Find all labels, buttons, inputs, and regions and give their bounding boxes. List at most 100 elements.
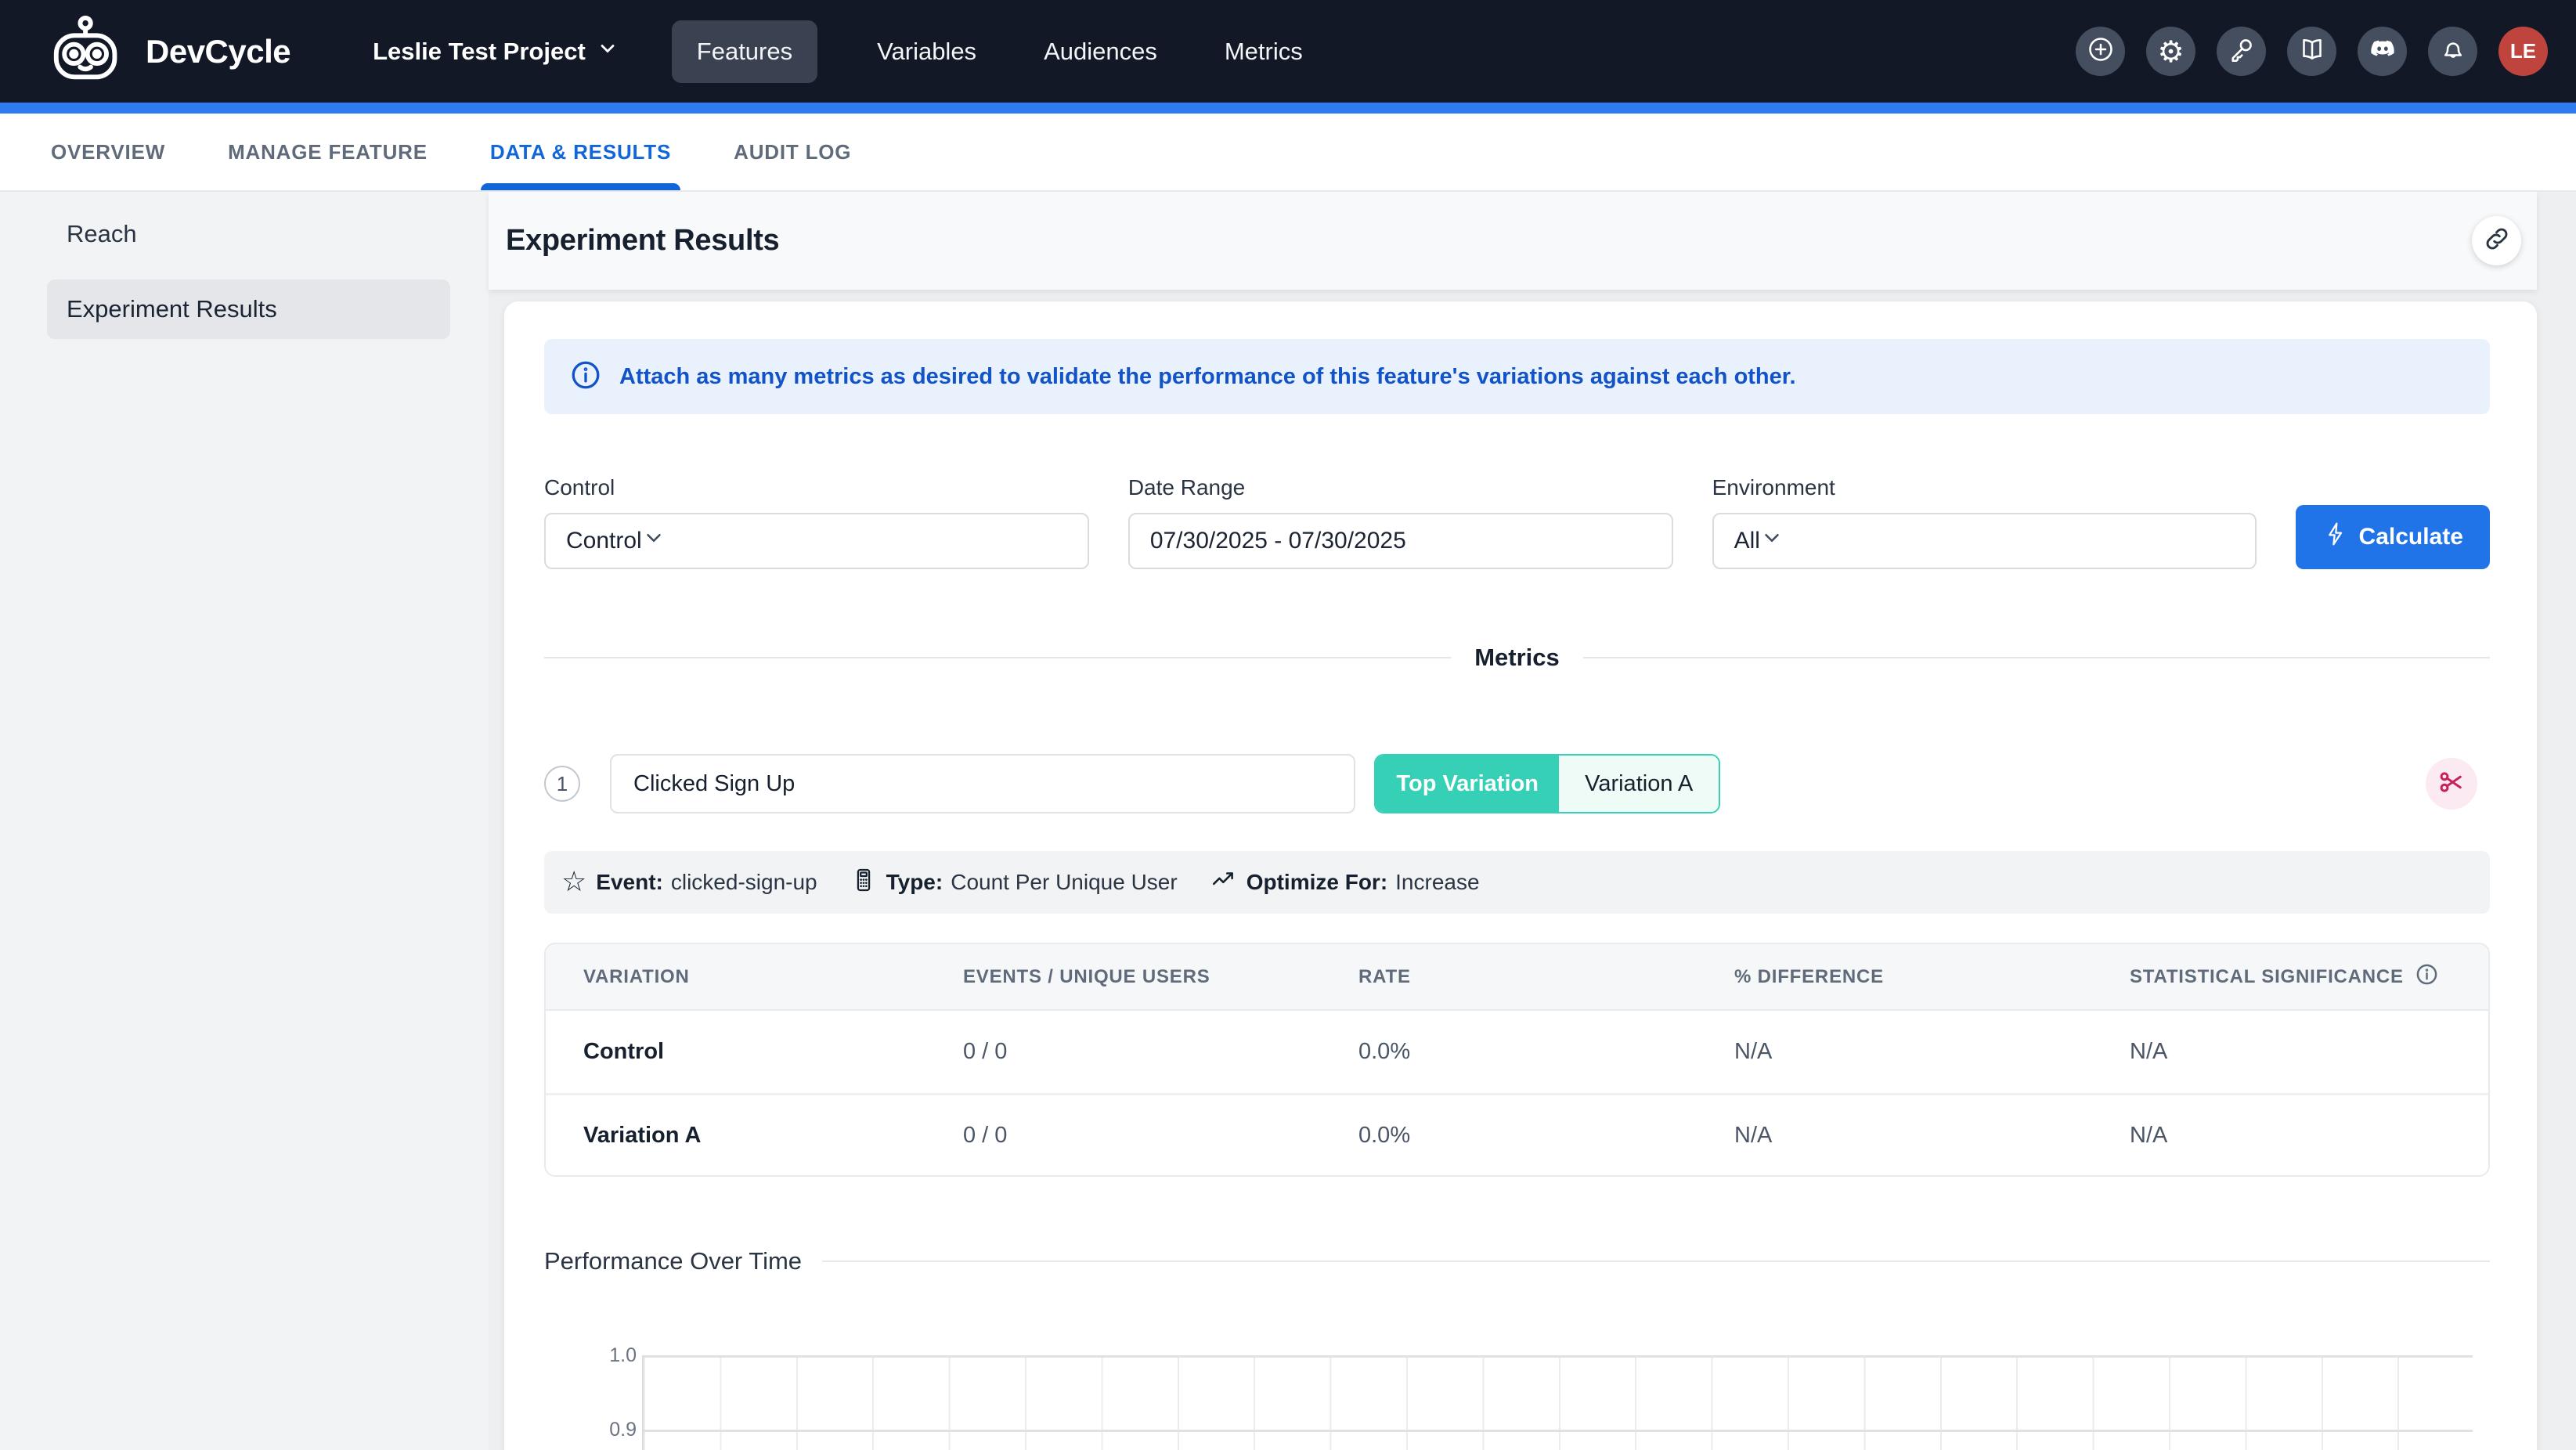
table-header-row: VARIATION EVENTS / UNIQUE USERS RATE % D… — [546, 944, 2488, 1011]
page-title: Experiment Results — [506, 224, 779, 258]
control-field: Control Control — [544, 475, 1089, 569]
notifications-button[interactable] — [2428, 27, 2477, 76]
project-selector[interactable]: Leslie Test Project — [373, 38, 619, 66]
row-significance: N/A — [2130, 1039, 2488, 1065]
event-value: clicked-sign-up — [671, 870, 817, 895]
table-row: Variation A 0 / 0 0.0% N/A N/A — [546, 1093, 2488, 1175]
row-variation: Variation A — [583, 1123, 963, 1149]
tab-audit-log[interactable]: AUDIT LOG — [734, 114, 851, 190]
y-axis-tick-1: 1.0 — [582, 1344, 637, 1367]
scissors-icon — [2437, 768, 2466, 800]
accent-strip — [0, 103, 2576, 114]
nav-item-audiences[interactable]: Audiences — [1036, 38, 1165, 66]
chevron-down-icon — [597, 38, 619, 66]
brand-wordmark: DevCycle — [146, 33, 290, 70]
create-button[interactable] — [2076, 27, 2125, 76]
type-group: Type: Count Per Unique User — [850, 867, 1178, 899]
sidebar-item-reach[interactable]: Reach — [47, 204, 450, 264]
info-icon[interactable] — [2415, 962, 2439, 992]
col-rate: RATE — [1358, 966, 1734, 988]
toggle-variation-a[interactable]: Variation A — [1559, 756, 1719, 812]
key-icon — [2228, 35, 2256, 67]
y-axis-tick-2: 0.9 — [582, 1419, 637, 1441]
row-significance: N/A — [2130, 1123, 2488, 1149]
row-difference: N/A — [1734, 1123, 2130, 1149]
devcycle-robot-icon — [47, 13, 133, 89]
date-range-label: Date Range — [1128, 475, 1673, 500]
environment-field: Environment All — [1712, 475, 2257, 569]
trending-up-icon — [1210, 867, 1247, 899]
docs-button[interactable] — [2287, 27, 2336, 76]
discord-button[interactable] — [2358, 27, 2407, 76]
optimize-value: Increase — [1395, 870, 1479, 895]
link-icon — [2483, 225, 2511, 257]
plus-circle-icon — [2087, 35, 2115, 67]
primary-nav: Features Variables Audiences Metrics — [672, 20, 1311, 83]
row-difference: N/A — [1734, 1039, 2130, 1065]
metrics-divider: Metrics — [544, 644, 2490, 672]
tab-data-results[interactable]: DATA & RESULTS — [490, 114, 671, 190]
results-sidebar: Reach Experiment Results — [0, 192, 489, 1450]
date-range-input[interactable]: 07/30/2025 - 07/30/2025 — [1128, 513, 1673, 569]
environment-label: Environment — [1712, 475, 2257, 500]
chevron-down-icon — [642, 526, 666, 556]
metric-index-badge: 1 — [544, 766, 580, 802]
row-events: 0 / 0 — [963, 1039, 1358, 1065]
nav-actions: ⚙ LE — [2076, 27, 2548, 76]
performance-section-header: Performance Over Time — [544, 1247, 2490, 1275]
remove-metric-button[interactable] — [2426, 758, 2477, 810]
settings-button[interactable]: ⚙ — [2146, 27, 2195, 76]
chart-plot-area — [642, 1355, 2473, 1450]
row-rate: 0.0% — [1358, 1123, 1734, 1149]
devcycle-logo[interactable]: DevCycle — [47, 13, 290, 89]
toggle-top-variation[interactable]: Top Variation — [1376, 756, 1559, 812]
info-banner: Attach as many metrics as desired to val… — [544, 339, 2490, 414]
control-select[interactable]: Control — [544, 513, 1089, 569]
info-banner-text: Attach as many metrics as desired to val… — [619, 364, 1796, 390]
type-value: Count Per Unique User — [951, 870, 1177, 895]
performance-chart: 1.0 0.9 — [544, 1322, 2490, 1450]
variation-toggle: Top Variation Variation A — [1374, 754, 1720, 813]
top-nav: DevCycle Leslie Test Project Features Va… — [0, 0, 2576, 103]
discord-icon — [2369, 35, 2397, 67]
filters-row: Control Control Date Range 07/30/2025 - … — [544, 475, 2490, 569]
star-icon: ☆ — [561, 868, 586, 896]
info-icon — [569, 359, 602, 395]
row-rate: 0.0% — [1358, 1039, 1734, 1065]
sidebar-item-experiment-results[interactable]: Experiment Results — [47, 280, 450, 339]
tab-overview[interactable]: OVERVIEW — [51, 114, 165, 190]
col-events: EVENTS / UNIQUE USERS — [963, 966, 1358, 988]
col-variation: VARIATION — [583, 966, 963, 988]
gridline-0.9 — [644, 1430, 2473, 1432]
date-range-field: Date Range 07/30/2025 - 07/30/2025 — [1128, 475, 1673, 569]
row-variation: Control — [583, 1039, 963, 1065]
tab-manage-feature[interactable]: MANAGE FEATURE — [228, 114, 428, 190]
optimize-group: Optimize For: Increase — [1210, 867, 1480, 899]
bell-icon — [2439, 35, 2467, 67]
metric-row: 1 Clicked Sign Up Top Variation Variatio… — [544, 754, 2490, 813]
metric-name-input[interactable]: Clicked Sign Up — [610, 754, 1355, 813]
copy-link-button[interactable] — [2472, 216, 2521, 265]
type-label: Type: — [886, 870, 943, 895]
content-area: Reach Experiment Results Experiment Resu… — [0, 192, 2576, 1450]
nav-item-features[interactable]: Features — [672, 20, 817, 83]
nav-item-metrics[interactable]: Metrics — [1217, 38, 1311, 66]
row-events: 0 / 0 — [963, 1123, 1358, 1149]
metrics-divider-label: Metrics — [1474, 644, 1560, 672]
col-difference: % DIFFERENCE — [1734, 966, 2130, 988]
nav-item-variables[interactable]: Variables — [869, 38, 984, 66]
col-significance: STATISTICAL SIGNIFICANCE — [2130, 962, 2488, 992]
calculator-icon — [850, 867, 886, 899]
results-table: VARIATION EVENTS / UNIQUE USERS RATE % D… — [544, 943, 2490, 1177]
api-keys-button[interactable] — [2217, 27, 2266, 76]
environment-select[interactable]: All — [1712, 513, 2257, 569]
book-icon — [2298, 35, 2326, 67]
experiment-results-card: Attach as many metrics as desired to val… — [504, 301, 2537, 1450]
calculate-button[interactable]: Calculate — [2296, 505, 2490, 569]
gridline-1.0 — [644, 1355, 2473, 1358]
metric-details-bar: ☆ Event: clicked-sign-up Type: Count Per… — [544, 851, 2490, 914]
chevron-down-icon — [1760, 526, 1784, 556]
table-row: Control 0 / 0 0.0% N/A N/A — [546, 1011, 2488, 1093]
main-panel: Experiment Results Attach as many metric… — [489, 192, 2576, 1450]
user-avatar[interactable]: LE — [2498, 27, 2548, 76]
